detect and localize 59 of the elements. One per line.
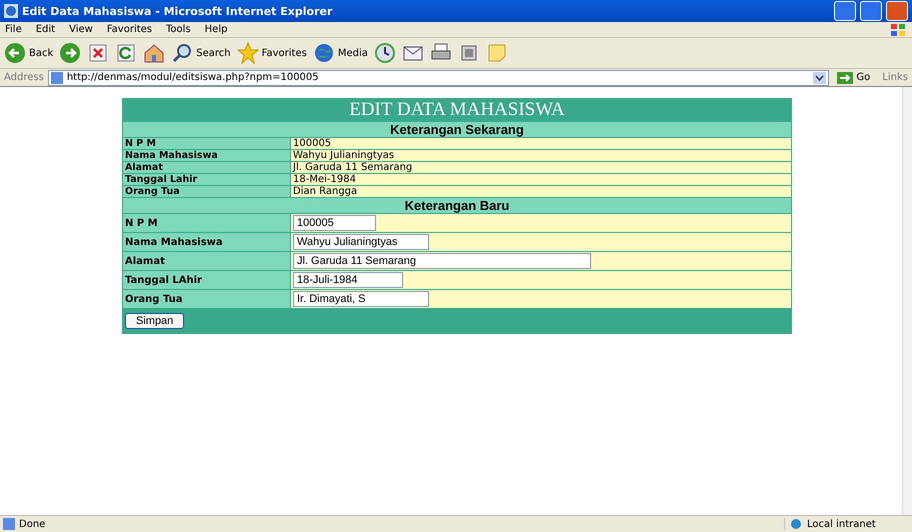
field-label: Nama Mahasiswa <box>122 150 290 162</box>
close-button[interactable] <box>886 1 908 21</box>
menu-item[interactable]: File <box>5 24 22 35</box>
minimize-button[interactable] <box>834 1 856 21</box>
field-label: Tanggal Lahir <box>122 174 290 186</box>
status-text: Done <box>19 518 46 530</box>
field-label: N P M <box>122 214 290 232</box>
field-label: Orang Tua <box>122 290 290 308</box>
address-field[interactable]: http://denmas/modul/editsiswa.php?npm=100005 <box>48 70 830 86</box>
page-icon <box>3 518 15 530</box>
input-field[interactable]: Ir. Dimayati, S <box>293 291 429 307</box>
menu-item[interactable]: Favorites <box>106 24 152 35</box>
windows-logo-icon <box>889 22 907 36</box>
go-button[interactable]: Go <box>833 72 878 84</box>
star-icon[interactable] <box>236 42 259 64</box>
field-label: Nama Mahasiswa <box>122 232 290 252</box>
menu-item[interactable]: Tools <box>166 24 191 35</box>
back-icon[interactable] <box>4 42 26 64</box>
stop-button[interactable] <box>87 42 110 64</box>
input-field[interactable]: 18-Juli-1984 <box>293 272 403 288</box>
field-value: Dian Rangga <box>290 186 792 198</box>
history-button[interactable] <box>374 42 396 64</box>
field-label: Orang Tua <box>122 186 290 198</box>
window-title: Edit Data Mahasiswa - Microsoft Internet Explorer <box>22 4 334 18</box>
address-label: Address <box>4 72 44 83</box>
menu-item[interactable]: View <box>69 24 93 35</box>
network-icon <box>789 518 803 530</box>
field-label: Tanggal LAhir <box>122 270 290 290</box>
field-value: 18-Mei-1984 <box>290 174 792 186</box>
maximize-button[interactable] <box>860 1 882 21</box>
section-header: Keterangan Sekarang <box>122 122 792 138</box>
search-button[interactable]: Search <box>171 42 231 64</box>
links-button[interactable]: Links <box>882 72 908 83</box>
field-label: Alamat <box>122 162 290 174</box>
page-icon <box>50 72 63 84</box>
field-value: Jl. Garuda 11 Semarang <box>290 162 792 174</box>
search-icon[interactable] <box>171 42 194 64</box>
form-title: EDIT DATA MAHASISWA <box>122 98 792 122</box>
input-field[interactable]: Wahyu Julianingtyas <box>293 234 429 250</box>
field-label: Alamat <box>122 252 290 270</box>
section-header: Keterangan Baru <box>122 198 792 214</box>
menu-item[interactable]: Help <box>204 24 228 35</box>
home-button[interactable] <box>143 42 166 64</box>
favorites-button[interactable]: Favorites <box>236 42 307 64</box>
input-field[interactable]: 100005 <box>293 215 376 231</box>
field-value: Wahyu Julianingtyas <box>290 150 792 162</box>
field-label: N P M <box>122 138 290 150</box>
zone-text: Local intranet <box>807 518 876 530</box>
back-button[interactable]: Back <box>4 42 54 64</box>
menu-item[interactable]: Edit <box>36 24 56 35</box>
arrow-icon <box>837 72 854 84</box>
save-button[interactable]: Simpan <box>125 313 184 329</box>
forward-button[interactable] <box>59 42 82 64</box>
globe-icon[interactable] <box>312 42 335 64</box>
media-button[interactable]: Media <box>312 42 368 64</box>
input-field[interactable]: Jl. Garuda 11 Semarang <box>293 253 591 269</box>
field-value: 100005 <box>290 138 792 150</box>
refresh-button[interactable] <box>115 42 138 64</box>
browser-icon <box>4 4 18 18</box>
